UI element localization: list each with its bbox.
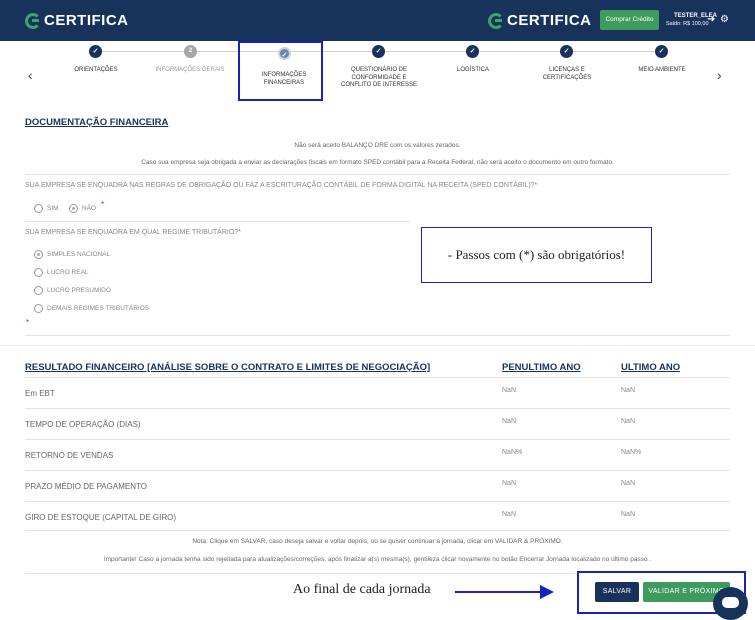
radio-demais-regimes-label[interactable]: DEMAIS REGIMES TRIBUTÁRIOS	[47, 305, 149, 312]
divider	[25, 408, 730, 409]
divider	[25, 221, 410, 222]
divider	[25, 335, 730, 336]
row-value-inventory-turnover-penultimate: NaN	[502, 511, 517, 518]
radio-simples-nacional[interactable]	[34, 250, 43, 259]
step-1-check-icon[interactable]: ✓	[89, 45, 102, 58]
logo-text: CERTIFICA	[44, 12, 129, 29]
radio-lucro-real[interactable]	[34, 268, 43, 277]
divider	[25, 439, 730, 440]
step-6-check-icon[interactable]: ✓	[560, 45, 573, 58]
step-7-check-icon[interactable]: ✓	[655, 45, 668, 58]
logo-left[interactable]: CERTIFICA	[25, 12, 129, 29]
annotation-callout-text: - Passos com (*) são obrigatórios!	[447, 247, 626, 262]
divider	[25, 174, 730, 175]
row-value-operation-time-penultimate: NaN	[502, 418, 517, 425]
question-sped: SUA EMPRESA SE ENQUADRA NAS REGRAS DE OB…	[25, 182, 538, 189]
row-label-operation-time: TEMPO DE OPERAÇÃO (DIAS)	[25, 420, 141, 429]
note-save-instructions: Nota: Clique em SALVAR, caso deseja salv…	[192, 538, 563, 545]
notice-zero-values: Não será aceito BALANÇO DRE com os valor…	[294, 142, 461, 149]
notice-sped-format: Caso sua empresa seja obrigada a enviar …	[141, 159, 614, 166]
radio-demais-regimes[interactable]	[34, 304, 43, 313]
row-label-payment-term: PRAZO MÉDIO DE PAGAMENTO	[25, 482, 147, 491]
divider	[25, 501, 730, 502]
section-separator	[0, 345, 755, 346]
radio-sim-label[interactable]: SIM	[47, 205, 59, 212]
chat-bubble-icon[interactable]	[713, 587, 748, 620]
row-value-sales-return-last: NaN%	[621, 449, 642, 456]
required-mark: *	[101, 200, 105, 209]
annotation-arrow-icon	[455, 591, 545, 593]
settings-icon[interactable]: ⚙	[720, 14, 729, 25]
row-label-ebt: Em EBT	[25, 389, 55, 398]
divider	[25, 377, 730, 378]
radio-nao[interactable]	[69, 204, 78, 213]
divider	[25, 470, 730, 471]
annotation-caption: Ao final de cada jornada	[293, 582, 431, 597]
annotation-callout: - Passos com (*) são obrigatórios!	[421, 227, 652, 283]
step-4-check-icon[interactable]: ✓	[372, 45, 385, 58]
divider	[25, 530, 730, 531]
buy-credit-button[interactable]: Comprar Crédito	[600, 10, 659, 30]
divider	[25, 573, 575, 574]
save-button[interactable]: SALVAR	[595, 582, 639, 602]
results-title: RESULTADO FINANCEIRO [ANÁLISE SOBRE O CO…	[25, 362, 431, 373]
logo-right[interactable]: CERTIFICA	[488, 12, 592, 29]
stepper-prev-chevron-icon[interactable]: ‹	[28, 67, 33, 83]
col-penultimate-year: PENULTIMO ANO	[502, 362, 581, 373]
col-last-year: ULTIMO ANO	[621, 362, 681, 373]
step-2-label[interactable]: INFORMAÇÕES GERAIS	[150, 67, 230, 75]
row-value-operation-time-last: NaN	[621, 418, 636, 425]
row-value-sales-return-penultimate: NaN%	[502, 449, 523, 456]
radio-lucro-presumido[interactable]	[34, 286, 43, 295]
logo-text: CERTIFICA	[507, 12, 592, 29]
row-value-ebt-penultimate: NaN	[502, 387, 517, 394]
step-4-label[interactable]: QUESTIONÁRIO DE CONFORMIDADE E CONFLITO …	[340, 67, 418, 90]
note-important: Importante! Caso a jornada tenha sido re…	[103, 556, 652, 563]
certifica-logo-icon	[25, 12, 41, 29]
row-value-inventory-turnover-last: NaN	[621, 511, 636, 518]
row-value-payment-term-penultimate: NaN	[502, 480, 517, 487]
step-5-label[interactable]: LOGÍSTICA	[438, 67, 508, 75]
step-6-label[interactable]: LICENÇAS E CERTIFICAÇÕES	[537, 67, 597, 82]
user-balance: Saldo: R$ 100,00	[666, 21, 709, 27]
stepper-next-chevron-icon[interactable]: ›	[717, 67, 722, 83]
step-2-number[interactable]: 2	[184, 45, 197, 58]
step-7-label[interactable]: MEIO AMBIENTE	[628, 67, 696, 75]
row-value-ebt-last: NaN	[621, 387, 636, 394]
question-tax-regime: SUA EMPRESA SE ENQUADRA EM QUAL REGIME T…	[25, 229, 241, 236]
documentation-title: DOCUMENTAÇÃO FINANCEIRA	[25, 117, 169, 128]
annotation-arrow-head-icon	[540, 585, 554, 599]
certifica-logo-icon	[488, 12, 504, 29]
row-label-inventory-turnover: GIRO DE ESTOQUE (CAPITAL DE GIRO)	[25, 513, 176, 522]
radio-nao-label[interactable]: NÃO	[82, 205, 96, 212]
radio-simples-nacional-label[interactable]: SIMPLES NACIONAL	[47, 251, 110, 258]
step-1-label[interactable]: ORIENTAÇÕES	[60, 67, 132, 75]
radio-sim[interactable]	[34, 204, 43, 213]
step-5-check-icon[interactable]: ✓	[466, 45, 479, 58]
row-label-sales-return: RETORNO DE VENDAS	[25, 451, 114, 460]
radio-lucro-real-label[interactable]: LUCRO REAL	[47, 269, 89, 276]
current-step-highlight	[238, 41, 323, 101]
radio-lucro-presumido-label[interactable]: LUCRO PRESUMIDO	[47, 287, 111, 294]
row-value-payment-term-last: NaN	[621, 480, 636, 487]
logout-icon[interactable]: ➜	[707, 14, 715, 25]
required-mark: *	[26, 318, 30, 327]
